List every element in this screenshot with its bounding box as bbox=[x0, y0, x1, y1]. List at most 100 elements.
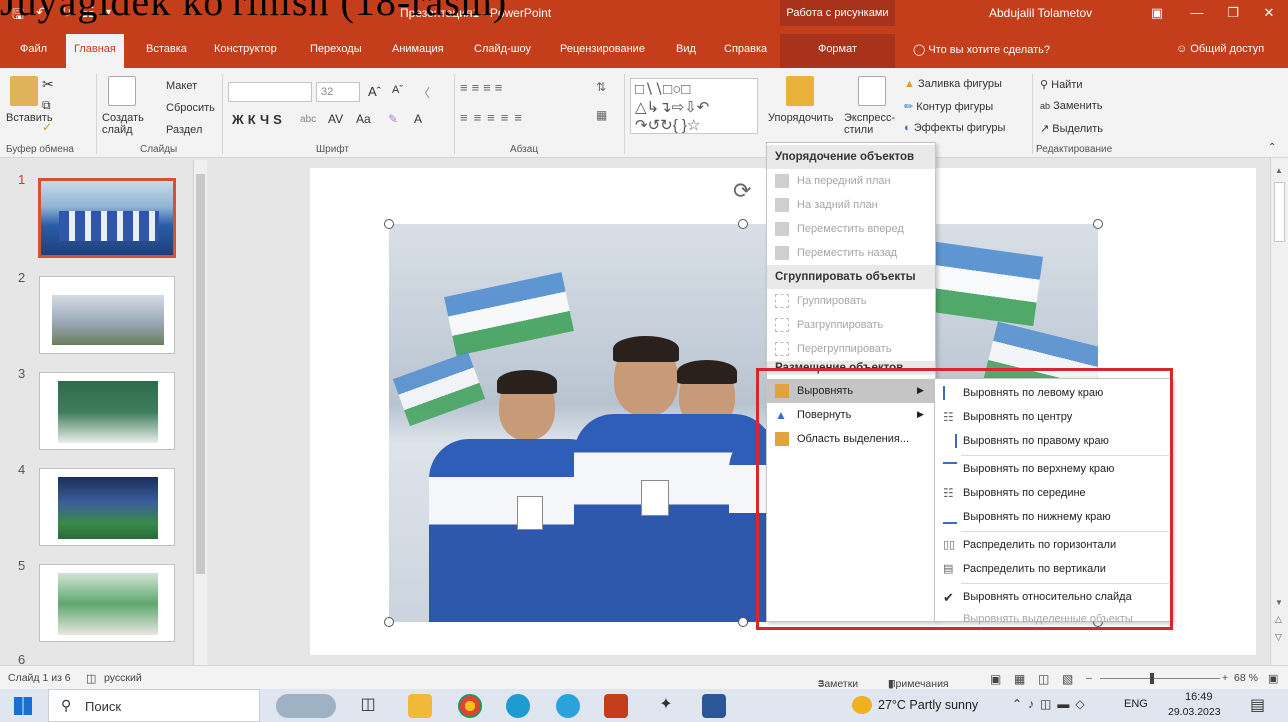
scroll-down-icon[interactable]: ▼ bbox=[1275, 598, 1283, 607]
slide-thumbnail-1[interactable] bbox=[38, 178, 176, 258]
arrange-icon[interactable] bbox=[786, 76, 814, 106]
tab-transitions[interactable]: Переходы bbox=[302, 34, 370, 68]
edge-icon[interactable] bbox=[506, 694, 530, 718]
strikethrough-icon[interactable]: abc bbox=[300, 114, 316, 125]
reset-button[interactable]: Сбросить bbox=[166, 102, 215, 114]
format-painter-icon[interactable]: ✓ bbox=[42, 120, 52, 134]
scrollbar-thumb[interactable] bbox=[196, 174, 205, 574]
weather-text[interactable]: 27°C Partly sunny bbox=[878, 698, 978, 712]
menu-item-move-forward[interactable]: Переместить вперед bbox=[767, 217, 935, 241]
prev-slide-icon[interactable]: △ bbox=[1275, 614, 1282, 625]
slide-thumbnail-3[interactable] bbox=[39, 372, 175, 450]
slide-sorter-icon[interactable]: ▦ bbox=[1014, 672, 1025, 686]
paint-icon[interactable]: ✦ bbox=[654, 694, 678, 718]
section-button[interactable]: Раздел bbox=[166, 124, 202, 136]
tab-file[interactable]: Файл bbox=[12, 34, 55, 68]
cut-icon[interactable]: ✂ bbox=[42, 76, 54, 93]
find-button[interactable]: ⚲ Найти bbox=[1040, 78, 1083, 91]
notification-icon[interactable]: ▤ bbox=[1250, 695, 1265, 715]
collapse-ribbon-icon[interactable]: ⌃ bbox=[1268, 142, 1276, 153]
menu-item-move-back[interactable]: Переместить назад bbox=[767, 241, 935, 265]
file-explorer-icon[interactable] bbox=[408, 694, 432, 718]
slide-scrollbar[interactable]: ▲ ▼ △ ▽ bbox=[1270, 158, 1288, 665]
windows-start-icon[interactable] bbox=[14, 697, 32, 715]
tab-design[interactable]: Конструктор bbox=[206, 34, 285, 68]
menu-item-group[interactable]: Группировать bbox=[767, 289, 935, 313]
telegram-icon[interactable] bbox=[556, 694, 580, 718]
char-spacing-icon[interactable]: AV bbox=[328, 112, 343, 126]
resize-handle[interactable] bbox=[738, 617, 748, 627]
zoom-out-icon[interactable]: – bbox=[1086, 672, 1092, 684]
resize-handle[interactable] bbox=[384, 617, 394, 627]
close-icon[interactable]: ✕ bbox=[1252, 2, 1286, 24]
normal-view-icon[interactable]: ▣ bbox=[990, 672, 1001, 686]
chrome-icon[interactable] bbox=[458, 694, 482, 718]
zoom-slider-thumb[interactable] bbox=[1150, 673, 1154, 684]
align-text-vertical-icon[interactable]: ▦ bbox=[596, 108, 607, 122]
shape-fill-button[interactable]: ▲ Заливка фигуры bbox=[904, 78, 1002, 90]
quick-styles-icon[interactable] bbox=[858, 76, 886, 106]
replace-button[interactable]: ab Заменить bbox=[1040, 100, 1103, 112]
input-language[interactable]: ENG bbox=[1124, 698, 1148, 710]
tab-home[interactable]: Главная bbox=[66, 34, 124, 68]
resize-handle[interactable] bbox=[384, 219, 394, 229]
tab-view[interactable]: Вид bbox=[668, 34, 704, 68]
share-button[interactable]: ☺ Общий доступ bbox=[1168, 34, 1272, 68]
tab-format[interactable]: Формат bbox=[780, 34, 895, 68]
text-style-icons[interactable]: ЖКЧS bbox=[232, 112, 286, 127]
reading-view-icon[interactable]: ◫ bbox=[1038, 672, 1049, 686]
change-case-icon[interactable]: Aa bbox=[356, 112, 371, 126]
font-name-combobox[interactable] bbox=[228, 82, 312, 102]
zoom-slider[interactable] bbox=[1100, 678, 1220, 679]
select-button[interactable]: ↗ Выделить bbox=[1040, 122, 1103, 135]
slide-thumbnail-2[interactable] bbox=[39, 276, 175, 354]
minimize-icon[interactable]: — bbox=[1180, 2, 1214, 24]
taskbar-search-box[interactable]: ⚲ Поиск bbox=[48, 689, 260, 722]
highlight-icon[interactable]: ✎ bbox=[388, 112, 398, 126]
arrange-button[interactable]: Упорядочить bbox=[768, 112, 833, 124]
menu-item-send-backward[interactable]: На задний план bbox=[767, 193, 935, 217]
tab-slideshow[interactable]: Слайд-шоу bbox=[466, 34, 539, 68]
slide-thumbnail-4[interactable] bbox=[39, 468, 175, 546]
new-slide-button[interactable]: Создать слайд bbox=[102, 112, 146, 136]
next-slide-icon[interactable]: ▽ bbox=[1275, 632, 1282, 643]
scrollbar-thumb[interactable] bbox=[1274, 182, 1285, 242]
text-direction-icon[interactable]: ⇅ bbox=[596, 80, 606, 94]
slide-thumbnail-5[interactable] bbox=[39, 564, 175, 642]
resize-handle[interactable] bbox=[738, 219, 748, 229]
resize-handle[interactable] bbox=[1093, 219, 1103, 229]
grow-font-icon[interactable]: Aˆ bbox=[368, 84, 381, 99]
menu-item-regroup[interactable]: Перегруппировать bbox=[767, 337, 935, 361]
language-indicator[interactable]: русский bbox=[104, 672, 142, 684]
layout-button[interactable]: Макет bbox=[166, 80, 197, 92]
zoom-in-icon[interactable]: + bbox=[1222, 672, 1228, 684]
shapes-gallery[interactable]: □∖∖□○□ △↳↴⇨⇩↶ ↷↺↻{ }☆ bbox=[630, 78, 758, 134]
font-size-combobox[interactable]: 32 bbox=[316, 82, 360, 102]
thumbnails-scrollbar[interactable] bbox=[193, 160, 207, 665]
menu-item-bring-forward[interactable]: На передний план bbox=[767, 169, 935, 193]
word-icon[interactable] bbox=[702, 694, 726, 718]
powerpoint-icon[interactable] bbox=[604, 694, 628, 718]
task-view-icon[interactable]: ◫ bbox=[356, 694, 380, 718]
scroll-up-icon[interactable]: ▲ bbox=[1275, 166, 1283, 175]
tab-help[interactable]: Справка bbox=[716, 34, 775, 68]
spellcheck-icon[interactable]: ◫ bbox=[86, 672, 96, 685]
maximize-icon[interactable]: ❐ bbox=[1216, 2, 1250, 24]
tab-animations[interactable]: Анимация bbox=[384, 34, 452, 68]
new-slide-icon[interactable] bbox=[108, 76, 136, 106]
shape-outline-button[interactable]: ✏ Контур фигуры bbox=[904, 100, 993, 113]
tell-me-box[interactable]: ◯ Что вы хотите сделать? bbox=[905, 34, 1058, 68]
tab-review[interactable]: Рецензирование bbox=[552, 34, 653, 68]
zoom-level[interactable]: 68 % bbox=[1234, 672, 1258, 684]
list-icons[interactable]: ≡≡≡≡ bbox=[460, 80, 506, 95]
fit-slide-icon[interactable]: ▣ bbox=[1268, 672, 1278, 685]
quick-styles-button[interactable]: Экспресс-стили bbox=[844, 112, 904, 136]
paste-icon[interactable] bbox=[10, 76, 38, 106]
menu-item-ungroup[interactable]: Разгруппировать bbox=[767, 313, 935, 337]
align-text-icons[interactable]: ≡≡≡≡≡ bbox=[460, 110, 528, 125]
rotate-handle-icon[interactable]: ⟳ bbox=[733, 178, 751, 204]
clock-time[interactable]: 16:49 bbox=[1185, 691, 1213, 703]
shrink-font-icon[interactable]: Aˇ bbox=[392, 84, 403, 96]
shape-effects-button[interactable]: ◐ Эффекты фигуры bbox=[904, 122, 1005, 134]
tab-insert[interactable]: Вставка bbox=[138, 34, 195, 68]
